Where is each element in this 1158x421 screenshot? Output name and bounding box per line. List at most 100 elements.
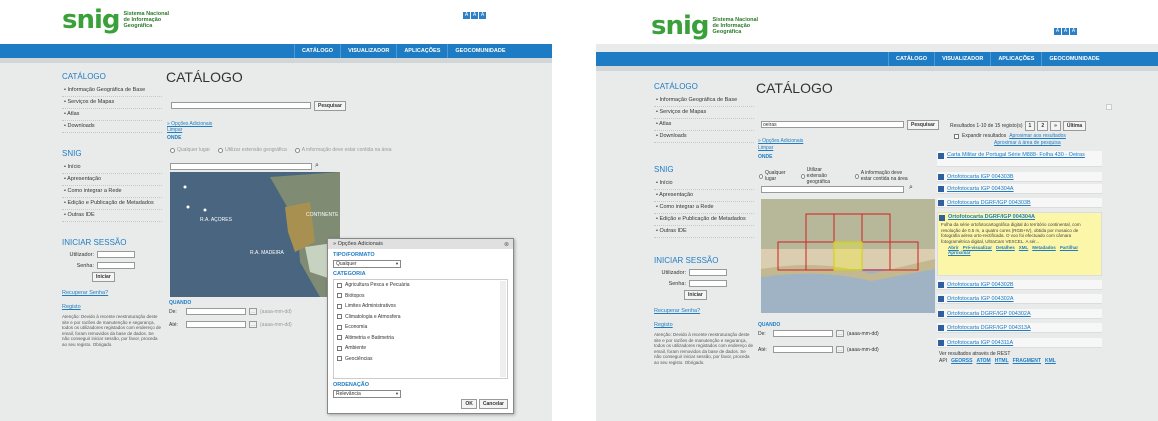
nav-aplicacoes[interactable]: APLICAÇÕES [990,52,1041,66]
search-input[interactable] [171,102,311,109]
sidebar-item-outras-ide[interactable]: Outras IDE [654,226,754,238]
result-item[interactable]: Ortofotocarta IGP 004304A [937,184,1102,194]
checkbox[interactable] [337,324,342,330]
binoculars-icon[interactable]: ⌕ [315,162,319,170]
ok-button[interactable]: OK [461,399,477,409]
font-normal-button[interactable]: A [1062,28,1069,35]
share-link[interactable]: Partilhar [1060,245,1078,250]
sidebar-item-atlas[interactable]: Atlas [654,119,754,131]
close-icon[interactable]: ⊗ [504,241,509,248]
recover-password-link[interactable]: Recuperar Senha? [654,308,754,314]
category-item[interactable]: Altimetria e Batimetria [334,333,497,344]
location-input[interactable] [761,186,904,193]
register-link[interactable]: Registo [62,304,162,310]
expand-checkbox[interactable] [954,133,959,139]
clear-link[interactable]: Limpar [758,145,773,151]
zoom-link[interactable]: Aproximar [948,250,971,255]
sidebar-item-servicos[interactable]: Serviços de Mapas [654,107,754,119]
category-item[interactable]: Limites Administrativos [334,301,497,312]
checkbox[interactable] [337,314,342,320]
sidebar-item-edicao[interactable]: Edição e Publicação de Metadados [654,214,754,226]
nav-visualizador[interactable]: VISUALIZADOR [934,52,990,66]
sidebar-item-atlas[interactable]: Atlas [62,109,162,121]
sidebar-item-inicio[interactable]: Início [62,162,162,174]
result-item[interactable]: Ortofotocarta IGP 004302B [937,280,1102,290]
date-to-input[interactable] [186,321,246,328]
location-input[interactable] [170,163,312,170]
checkbox[interactable] [337,356,342,362]
nav-geocomunidade[interactable]: GEOCOMUNIDADE [1041,52,1106,66]
radio-any-place[interactable]: Qualquer lugar [759,167,787,185]
user-input[interactable] [97,251,135,258]
date-to-picker[interactable]: … [836,346,844,353]
checkbox[interactable] [337,345,342,351]
password-input[interactable] [97,262,135,269]
radio-contained[interactable]: A informação deve estar contida na área [294,147,392,153]
result-item-highlighted[interactable]: Ortofotocarta DGRF/IGP 004304A Folha da … [937,212,1102,276]
collapse-icon[interactable] [1106,104,1112,110]
font-decrease-button[interactable]: A [463,12,470,19]
checkbox[interactable] [337,282,342,288]
register-link[interactable]: Registo [654,322,754,328]
search-button[interactable]: Pesquisar [907,120,939,130]
recover-password-link[interactable]: Recuperar Senha? [62,290,162,296]
result-item[interactable]: Ortofotocarta IGP 004311A [937,338,1102,348]
sidebar-item-downloads[interactable]: Downloads [654,131,754,143]
georss-link[interactable]: GEORSS [951,358,972,364]
nav-geocomunidade[interactable]: GEOCOMUNIDADE [447,44,512,58]
login-button[interactable]: Iniciar [684,290,707,300]
sidebar-item-apresentacao[interactable]: Apresentação [654,190,754,202]
sidebar-item-integrar[interactable]: Como integrar a Rede [654,202,754,214]
category-item[interactable]: Ambiente [334,343,497,354]
scrollbar[interactable] [500,281,506,377]
nav-catalogo[interactable]: CATÁLOGO [294,44,340,58]
fragment-link[interactable]: FRAGMENT [1013,358,1041,364]
result-item[interactable]: Ortofotocarta DGRF/IGP 004313A [937,323,1102,333]
atom-link[interactable]: ATOM [976,358,990,364]
sidebar-item-info-base[interactable]: Informação Geográfica de Base [654,95,754,107]
date-to-picker[interactable]: … [249,321,257,328]
sidebar-item-info-base[interactable]: Informação Geográfica de Base [62,85,162,97]
date-from-input[interactable] [186,308,246,315]
cancel-button[interactable]: Cancelar [478,399,508,409]
metadata-link[interactable]: Metadados [1032,245,1056,250]
result-title[interactable]: Ortofotocarta DGRF/IGP 004304A [948,214,1035,220]
category-item[interactable]: Biótopos [334,291,497,302]
advanced-options-link[interactable]: » Opções Adicionais [758,138,803,144]
category-item[interactable]: Geociências [334,354,497,365]
ordenacao-select[interactable]: Relevância [333,390,401,398]
sidebar-item-outras-ide[interactable]: Outras IDE [62,210,162,222]
nav-aplicacoes[interactable]: APLICAÇÕES [396,44,447,58]
sidebar-item-apresentacao[interactable]: Apresentação [62,174,162,186]
sidebar-item-downloads[interactable]: Downloads [62,121,162,133]
font-increase-button[interactable]: A [479,12,486,19]
zoom-results-link[interactable]: Aproximar aos resultados [1009,133,1066,139]
category-list[interactable]: Agricultura Pesca e Pecuária Biótopos Li… [333,279,508,379]
clear-link[interactable]: Limpar [167,127,182,133]
password-input[interactable] [689,280,727,287]
binoculars-icon[interactable]: ⌕ [909,184,913,192]
last-page-button[interactable]: Última [1062,121,1087,131]
html-link[interactable]: HTML [995,358,1009,364]
date-from-input[interactable] [773,330,833,337]
radio-geo-extent[interactable]: Utilizar extensão geográfica [801,167,841,185]
tipo-select[interactable]: Qualquer [333,260,401,268]
login-button[interactable]: Iniciar [92,272,115,282]
result-item[interactable]: Ortofotocarta DGRF/IGP 004303B [937,198,1102,208]
nav-visualizador[interactable]: VISUALIZADOR [340,44,396,58]
snig-logo[interactable]: snig Sistema Nacional de Informação Geográ… [62,7,169,33]
checkbox[interactable] [337,293,342,299]
page-1-button[interactable]: 1 [1024,121,1036,131]
font-decrease-button[interactable]: A [1054,28,1061,35]
snig-logo[interactable]: snig Sistema Nacional de Informação Geográ… [651,13,758,39]
result-item[interactable]: Ortofotocarta IGP 004303B [937,172,1102,182]
search-button[interactable]: Pesquisar [314,101,346,111]
nav-catalogo[interactable]: CATÁLOGO [888,52,934,66]
radio-contained[interactable]: A informação deve estar contida na área [855,167,911,185]
search-input[interactable]: oeiras [761,121,904,128]
sidebar-item-inicio[interactable]: Início [654,178,754,190]
category-item[interactable]: Climatologia e Atmosfera [334,312,497,323]
date-to-input[interactable] [773,346,833,353]
result-item[interactable]: Carta Militar de Portugal Série M888- Fo… [937,151,1102,167]
date-from-picker[interactable]: … [836,330,844,337]
